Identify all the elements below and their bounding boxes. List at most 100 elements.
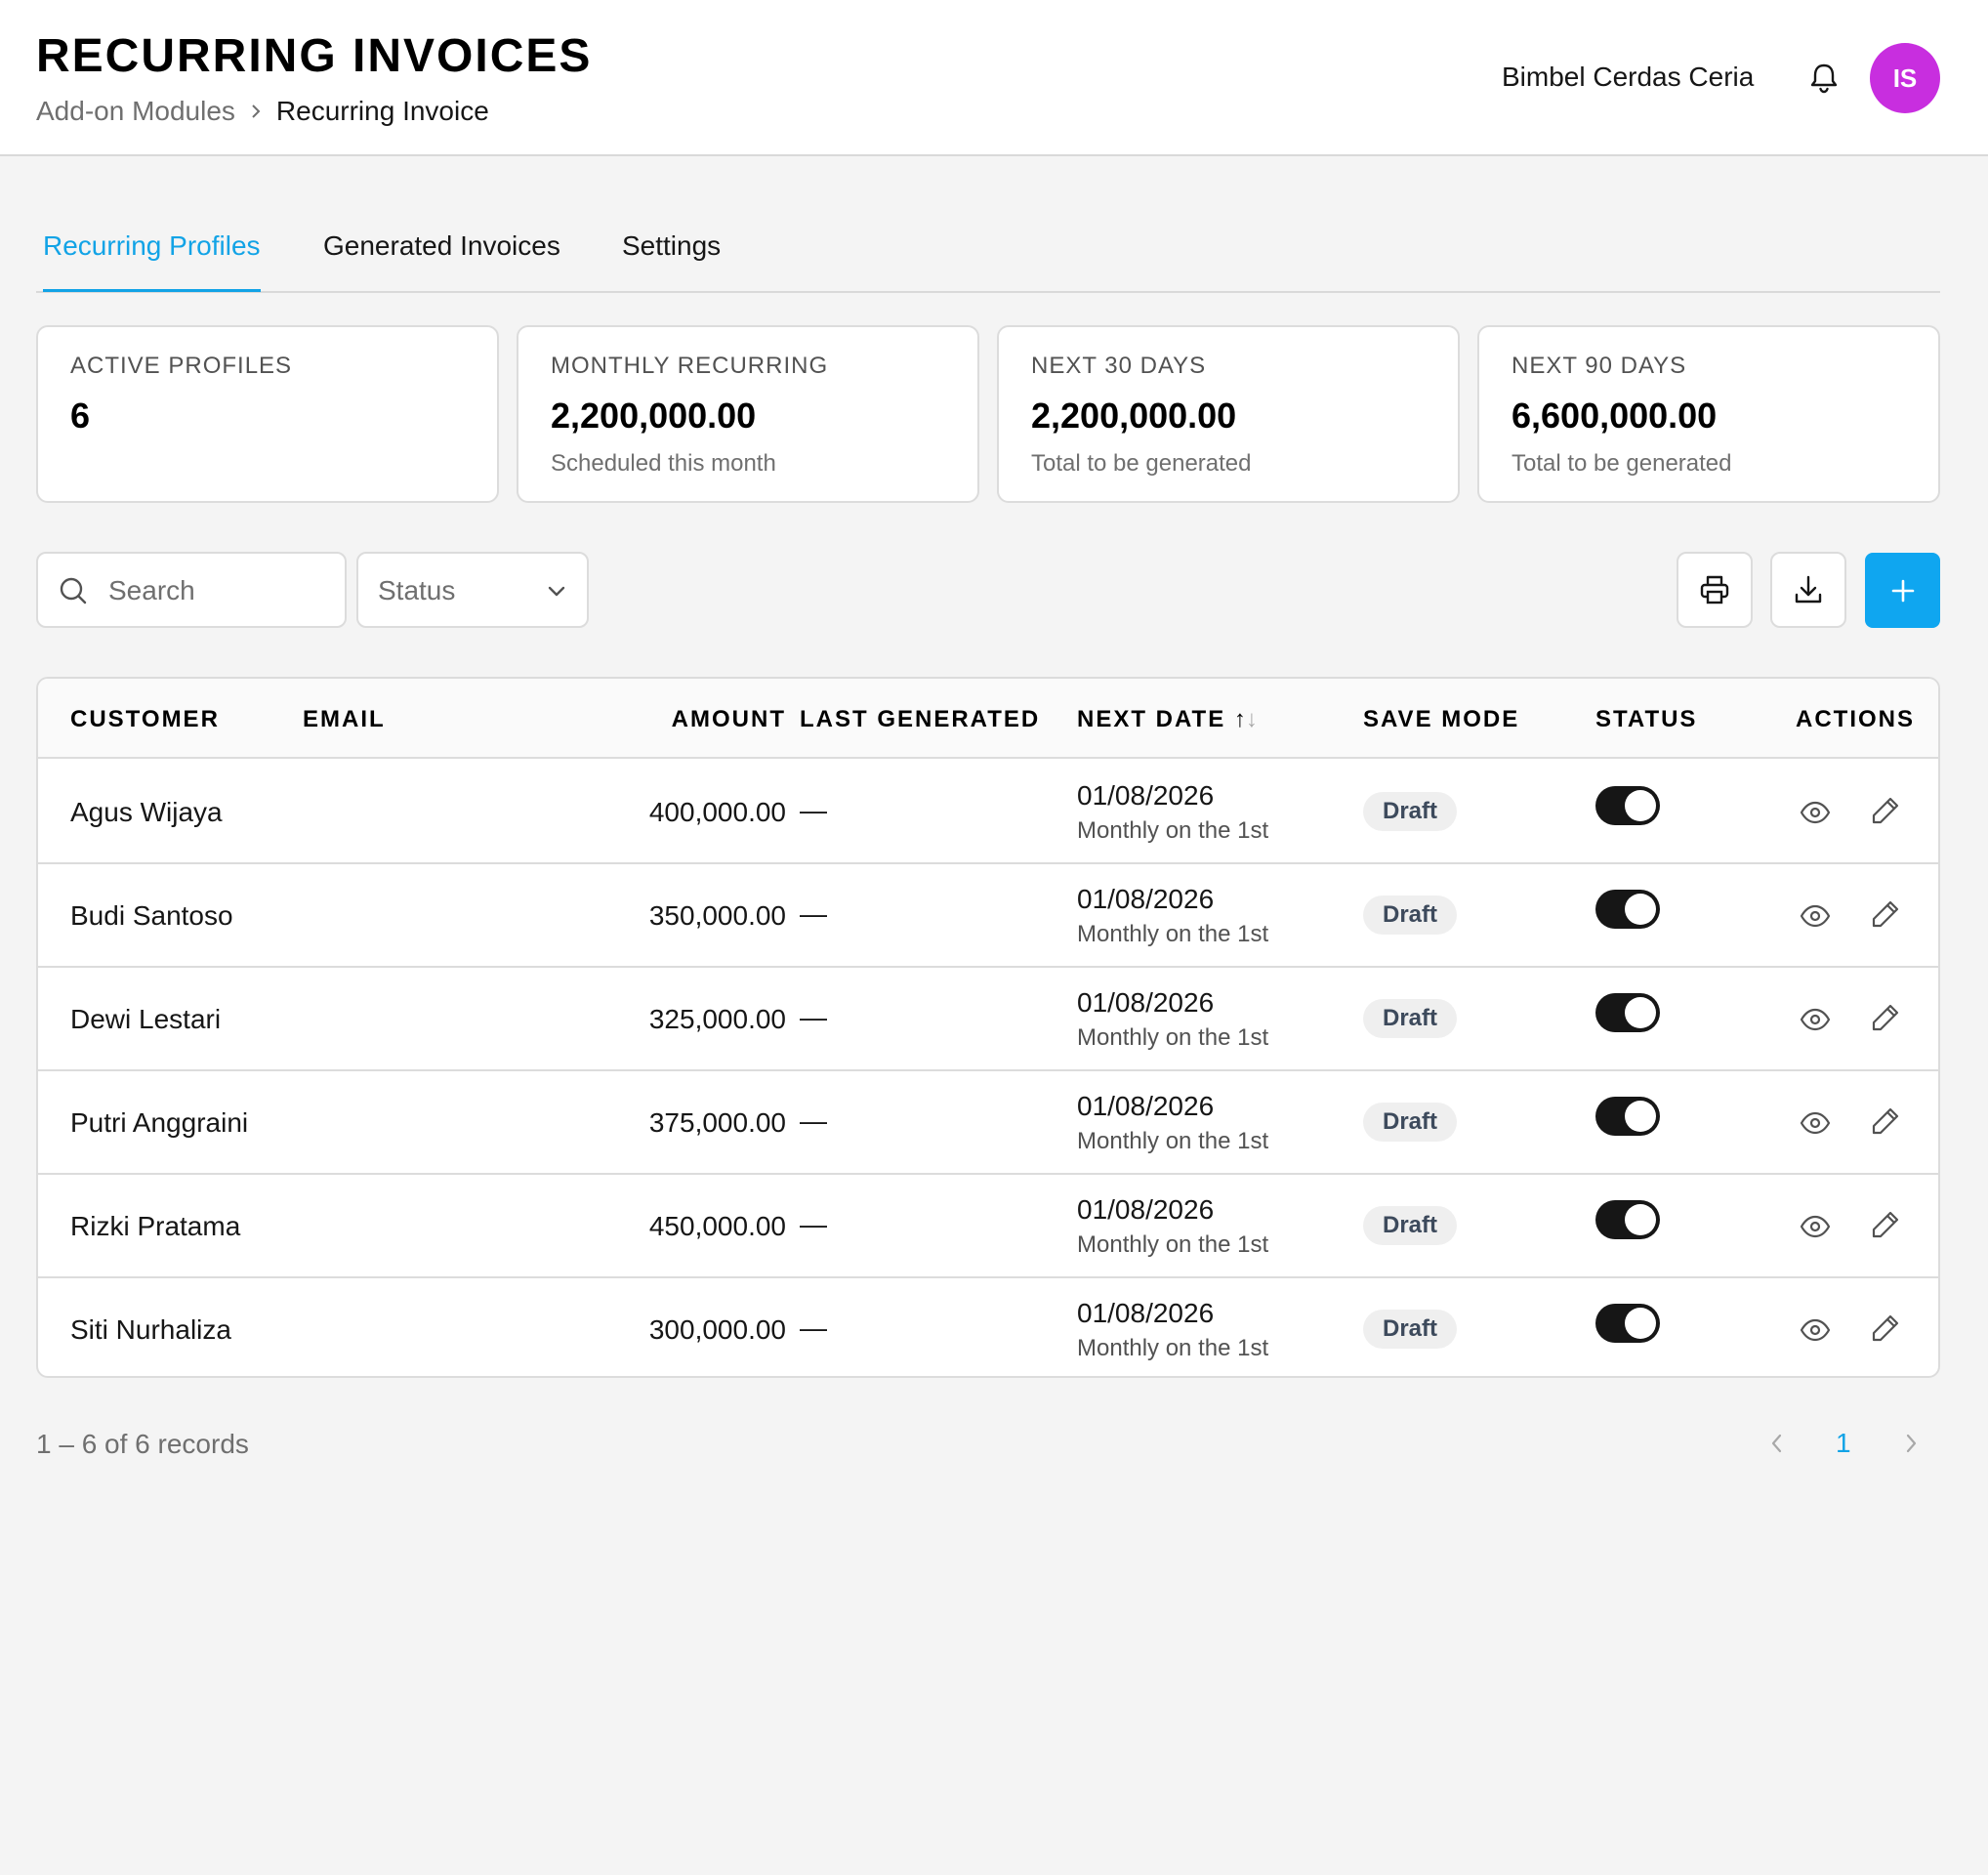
stat-subtext: Total to be generated (1031, 450, 1252, 477)
tab-settings[interactable]: Settings (622, 230, 721, 289)
pencil-icon[interactable] (1869, 1001, 1902, 1034)
save-mode-badge: Draft (1363, 896, 1458, 935)
frequency: Monthly on the 1st (1077, 921, 1269, 947)
column-header-save-mode[interactable]: SAVE MODE (1363, 706, 1519, 733)
breadcrumb-current: Recurring Invoice (275, 96, 489, 126)
status-toggle[interactable] (1595, 786, 1660, 825)
column-header-last-generated[interactable]: LAST GENERATED (800, 706, 1040, 733)
sort-icon[interactable]: ↑↓ (1234, 706, 1258, 732)
bell-icon[interactable] (1806, 61, 1842, 96)
printer-icon (1700, 575, 1729, 604)
next-date: 01/08/2026 (1077, 884, 1215, 914)
next-date: 01/08/2026 (1077, 780, 1215, 811)
organization-name[interactable]: Bimbel Cerdas Ceria (1502, 62, 1754, 93)
chevron-right-icon (252, 104, 261, 118)
breadcrumb: Add-on Modules Recurring Invoice (36, 96, 489, 127)
amount: 350,000.00 (648, 900, 786, 931)
status-filter-select[interactable]: Status (356, 552, 589, 628)
table-row[interactable]: Dewi Lestari 325,000.00 — 01/08/2026 Monthly… (38, 968, 1938, 1071)
column-header-actions: ACTIONS (1796, 706, 1915, 732)
eye-icon[interactable] (1799, 796, 1832, 829)
status-toggle[interactable] (1595, 1097, 1660, 1136)
search-box[interactable] (36, 552, 347, 628)
eye-icon[interactable] (1799, 1106, 1832, 1140)
eye-icon[interactable] (1799, 1313, 1832, 1347)
customer-name: Dewi Lestari (70, 1004, 222, 1034)
pencil-icon[interactable] (1869, 897, 1902, 931)
status-toggle[interactable] (1595, 890, 1660, 929)
column-header-amount[interactable]: AMOUNT (672, 706, 786, 733)
download-icon (1795, 575, 1822, 604)
save-mode-badge: Draft (1363, 1206, 1458, 1245)
page-title: RECURRING INVOICES (36, 30, 593, 82)
last-generated: — (800, 1209, 827, 1239)
save-mode-badge: Draft (1363, 999, 1458, 1038)
pencil-icon[interactable] (1869, 1312, 1902, 1345)
column-header-email[interactable]: EMAIL (303, 706, 386, 733)
toggle-knob (1625, 1101, 1656, 1132)
pencil-icon[interactable] (1869, 1208, 1902, 1241)
toggle-knob (1625, 790, 1656, 821)
next-date: 01/08/2026 (1077, 1298, 1215, 1328)
status-toggle[interactable] (1595, 1304, 1660, 1343)
frequency: Monthly on the 1st (1077, 1024, 1269, 1051)
chevron-left-icon[interactable] (1765, 1430, 1789, 1457)
avatar[interactable]: IS (1870, 43, 1940, 113)
stat-value: 6,600,000.00 (1512, 396, 1718, 436)
amount: 400,000.00 (648, 797, 786, 827)
save-mode-badge: Draft (1363, 792, 1458, 831)
save-mode-badge: Draft (1363, 1310, 1458, 1349)
status-filter-label: Status (378, 575, 456, 605)
records-count: 1 – 6 of 6 records (36, 1429, 249, 1459)
column-header-status[interactable]: STATUS (1595, 706, 1697, 733)
stat-value: 2,200,000.00 (551, 396, 757, 436)
add-profile-button[interactable] (1865, 553, 1940, 628)
stat-label: NEXT 90 DAYS (1512, 353, 1687, 379)
stat-label: MONTHLY RECURRING (551, 353, 829, 379)
stat-card-active-profiles: ACTIVE PROFILES 6 (36, 325, 499, 503)
frequency: Monthly on the 1st (1077, 817, 1269, 844)
next-date: 01/08/2026 (1077, 987, 1215, 1018)
last-generated: — (800, 1312, 827, 1343)
last-generated: — (800, 898, 827, 929)
column-header-next-date[interactable]: NEXT DATE ↑↓ (1077, 706, 1258, 733)
print-button[interactable] (1677, 552, 1753, 628)
table-row[interactable]: Agus Wijaya 400,000.00 — 01/08/2026 Monthly … (38, 761, 1938, 864)
toggle-knob (1625, 1308, 1656, 1339)
status-toggle[interactable] (1595, 1200, 1660, 1239)
stat-subtext: Total to be generated (1512, 450, 1732, 477)
tab-recurring-profiles[interactable]: Recurring Profiles (43, 230, 261, 292)
pagination-page-1[interactable]: 1 (1836, 1428, 1851, 1459)
stat-value: 6 (70, 396, 91, 436)
eye-icon[interactable] (1799, 1210, 1832, 1243)
next-date: 01/08/2026 (1077, 1091, 1215, 1121)
customer-name: Rizki Pratama (70, 1211, 241, 1241)
stat-label: ACTIVE PROFILES (70, 353, 293, 379)
pencil-icon[interactable] (1869, 1104, 1902, 1138)
eye-icon[interactable] (1799, 1003, 1832, 1036)
amount: 375,000.00 (648, 1107, 786, 1138)
plus-icon (1891, 579, 1914, 602)
eye-icon[interactable] (1799, 899, 1832, 933)
status-toggle[interactable] (1595, 993, 1660, 1032)
frequency: Monthly on the 1st (1077, 1128, 1269, 1154)
column-header-customer[interactable]: CUSTOMER (70, 706, 220, 733)
last-generated: — (800, 1002, 827, 1032)
toggle-knob (1625, 894, 1656, 925)
customer-name: Siti Nurhaliza (70, 1314, 231, 1345)
breadcrumb-parent[interactable]: Add-on Modules (36, 96, 235, 127)
download-button[interactable] (1770, 552, 1846, 628)
table-row[interactable]: Rizki Pratama 450,000.00 — 01/08/2026 Monthl… (38, 1175, 1938, 1278)
column-header-next-date-label: NEXT DATE (1077, 706, 1226, 732)
table-row[interactable]: Siti Nurhaliza 300,000.00 — 01/08/2026 Month… (38, 1278, 1938, 1376)
chevron-down-icon (548, 586, 565, 597)
tab-generated-invoices[interactable]: Generated Invoices (323, 230, 560, 289)
chevron-right-icon[interactable] (1899, 1430, 1923, 1457)
table-row[interactable]: Putri Anggraini 375,000.00 — 01/08/2026 Mont… (38, 1071, 1938, 1175)
stat-value: 2,200,000.00 (1031, 396, 1237, 436)
table-header: CUSTOMER EMAIL AMOUNT LAST GENERATED NEX… (38, 679, 1938, 759)
pencil-icon[interactable] (1869, 794, 1902, 827)
table-row[interactable]: Budi Santoso 350,000.00 — 01/08/2026 Monthly… (38, 864, 1938, 968)
last-generated: — (800, 1105, 827, 1136)
search-input[interactable] (108, 571, 333, 610)
